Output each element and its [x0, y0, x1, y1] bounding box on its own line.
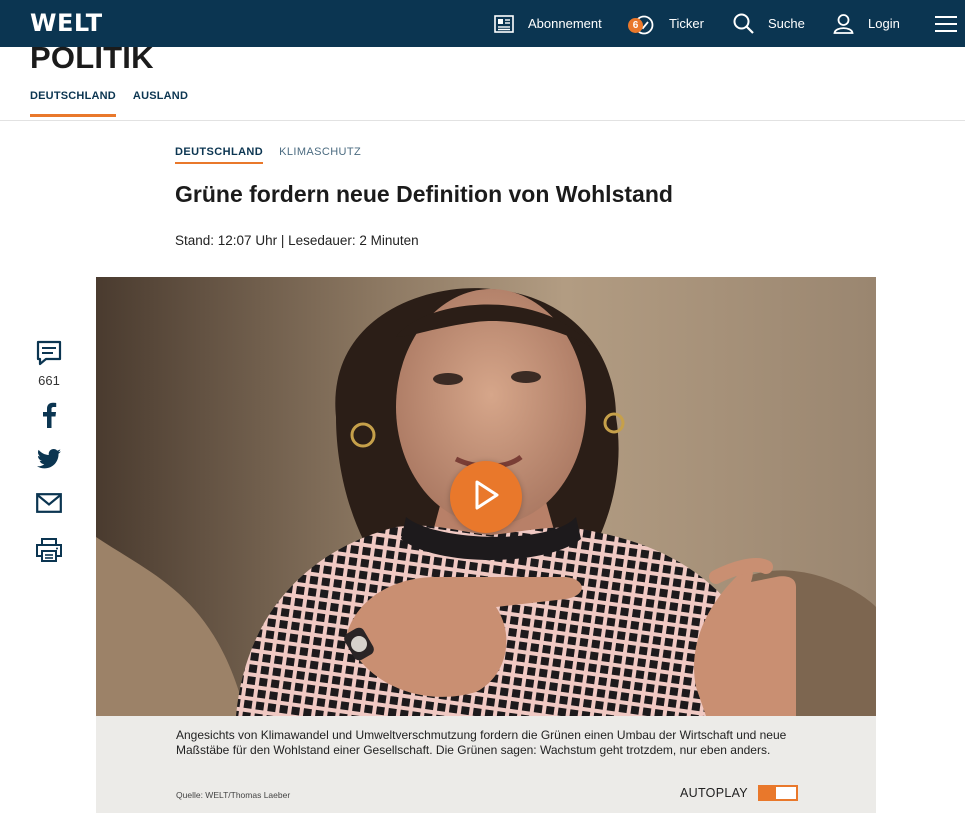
hamburger-menu-icon [935, 15, 957, 33]
nav-ticker[interactable]: 6 Ticker [628, 0, 704, 47]
nav-ticker-label: Ticker [669, 16, 704, 31]
clock-icon: 6 [628, 13, 655, 35]
comments-count: 661 [38, 373, 60, 388]
play-button[interactable] [450, 461, 522, 533]
print-button[interactable] [30, 538, 68, 567]
tag-deutschland[interactable]: DEUTSCHLAND [175, 146, 264, 164]
section-divider [0, 120, 965, 121]
video-source: Quelle: WELT/Thomas Laeber [176, 790, 291, 800]
nav-suche-label: Suche [768, 16, 805, 31]
mail-share-button[interactable] [30, 493, 68, 518]
share-rail: 661 [30, 340, 68, 567]
search-icon [733, 13, 754, 34]
tag-klimaschutz[interactable]: KLIMASCHUTZ [279, 146, 361, 164]
facebook-icon [41, 402, 57, 433]
subnav-item-deutschland[interactable]: DEUTSCHLAND [30, 90, 116, 117]
autoplay-switch[interactable] [757, 785, 798, 801]
article-meta: Stand: 12:07 Uhr | Lesedauer: 2 Minuten [175, 233, 419, 248]
nav-login-label: Login [868, 16, 900, 31]
article-headline: Grüne fordern neue Definition von Wohlst… [175, 181, 673, 207]
comment-icon [36, 340, 62, 371]
hamburger-menu-button[interactable] [935, 0, 957, 47]
autoplay-toggle[interactable]: AUTOPLAY [680, 785, 798, 801]
twitter-share-button[interactable] [30, 449, 68, 474]
nav-abonnement[interactable]: Abonnement [494, 0, 602, 47]
autoplay-label: AUTOPLAY [680, 786, 748, 800]
section-title: POLITIK [30, 40, 154, 75]
autoplay-switch-knob [775, 787, 796, 799]
welt-logo[interactable]: WELT [30, 9, 103, 37]
nav-login[interactable]: Login [833, 0, 900, 47]
video-caption-box: Angesichts von Klimawandel und Umweltver… [96, 716, 876, 813]
user-icon [833, 13, 854, 34]
newspaper-icon [494, 14, 514, 33]
subnav-item-ausland[interactable]: AUSLAND [133, 90, 188, 117]
print-icon [36, 538, 62, 567]
article-tags: DEUTSCHLAND KLIMASCHUTZ [175, 146, 377, 164]
facebook-share-button[interactable] [30, 402, 68, 433]
play-icon [471, 479, 501, 516]
section-subnav: DEUTSCHLAND AUSLAND [30, 90, 205, 117]
video-caption: Angesichts von Klimawandel und Umweltver… [176, 728, 787, 757]
nav-abonnement-label: Abonnement [528, 16, 602, 31]
comments-button[interactable]: 661 [30, 340, 68, 388]
ticker-badge: 6 [628, 17, 643, 33]
twitter-icon [37, 449, 61, 474]
mail-icon [36, 493, 62, 518]
nav-suche[interactable]: Suche [733, 0, 805, 47]
